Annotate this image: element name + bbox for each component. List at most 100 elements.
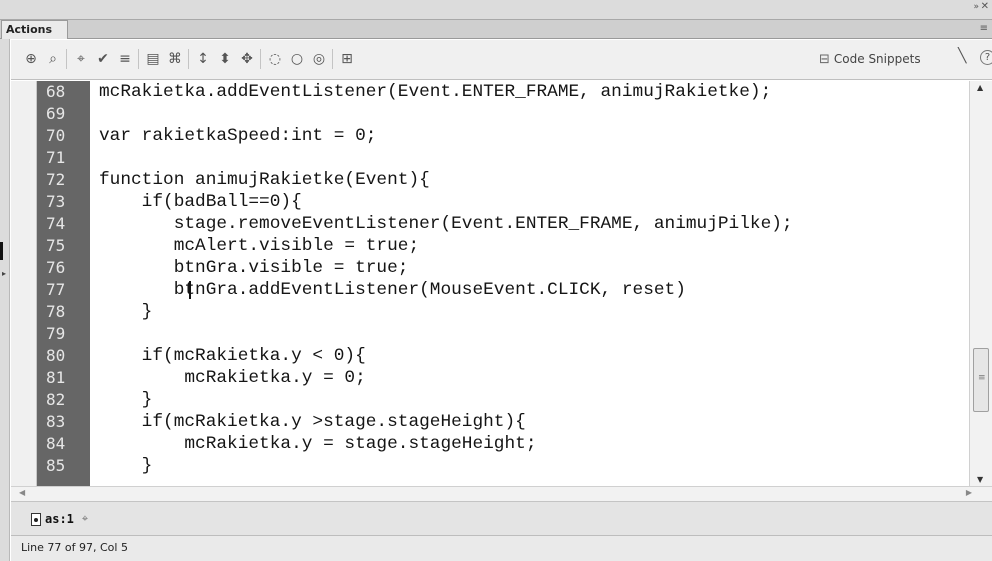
actions-panel-tab[interactable]: Actions [1,20,68,39]
code-line[interactable]: 79 [37,323,969,345]
line-number: 69 [46,104,66,123]
code-line[interactable]: 74 stage.removeEventListener(Event.ENTER… [37,213,969,235]
scroll-thumb[interactable]: ≡ [973,348,989,412]
debug-options-icon[interactable]: ⌘ [165,48,185,70]
help-icon[interactable]: ? [980,50,992,65]
panel-header: Actions ≡ [0,20,992,39]
code-line[interactable]: 83 if(mcRakietka.y >stage.stageHeight){ [37,411,969,433]
panel-titlebar: » ✕ [0,0,992,20]
line-code[interactable]: mcAlert.visible = true; [99,235,419,257]
apply-block-comment-icon[interactable]: ◌ [265,48,285,70]
code-line[interactable]: 85 } [37,455,969,477]
code-line[interactable]: 70 var rakietkaSpeed:int = 0; [37,125,969,147]
apply-line-comment-icon[interactable]: ○ [287,48,307,70]
panel-menu-icon[interactable]: ≡ [980,23,988,34]
line-code[interactable]: } [99,389,153,411]
line-code[interactable]: mcRakietka.addEventListener(Event.ENTER_… [99,81,771,103]
line-code[interactable]: if(mcRakietka.y >stage.stageHeight){ [99,411,526,433]
magic-wand-icon[interactable]: ╲ [958,48,966,64]
remove-comment-icon[interactable]: ◎ [309,48,329,70]
line-code[interactable]: mcRakietka.y = stage.stageHeight; [99,433,536,455]
line-number: 79 [46,324,66,343]
code-line[interactable]: 69 [37,103,969,125]
check-syntax-icon[interactable]: ✔ [93,48,113,70]
code-snippets-label: Code Snippets [833,52,921,66]
line-code[interactable]: if(badBall==0){ [99,191,302,213]
scroll-down-icon[interactable]: ▼ [977,475,983,484]
add-statement-icon[interactable]: ⊕ [21,48,41,70]
line-code[interactable]: if(mcRakietka.y < 0){ [99,345,366,367]
line-code[interactable]: } [99,301,153,323]
line-number: 76 [46,258,66,277]
code-line[interactable]: 77 btnGra.addEventListener(MouseEvent.CL… [37,279,969,301]
line-number: 83 [46,412,66,431]
code-line[interactable]: 84 mcRakietka.y = stage.stageHeight; [37,433,969,455]
scroll-right-icon[interactable]: ▶ [966,488,972,497]
line-number: 75 [46,236,66,255]
editor-left-margin [11,81,37,486]
show-code-hint-icon[interactable]: ▤ [143,48,163,70]
line-number: 71 [46,148,66,167]
pin-script-icon[interactable]: ⌖ [82,512,88,526]
code-line[interactable]: 71 [37,147,969,169]
script-tab-bar: as:1 ⌖ [11,502,992,536]
grip-icon: ≡ [978,373,986,383]
scroll-left-icon[interactable]: ◀ [19,488,25,497]
line-number: 72 [46,170,66,189]
code-snippets-button[interactable]: ⊟ Code Snippets [819,48,949,70]
code-line[interactable]: 72 function animujRakietke(Event){ [37,169,969,191]
line-code[interactable]: mcRakietka.y = 0; [99,367,365,389]
collapse-between-braces-icon[interactable]: ↕ [193,48,213,70]
toolbar-separator [332,49,333,69]
find-icon[interactable]: ⌕ [43,48,63,70]
code-line[interactable]: 68 mcRakietka.addEventListener(Event.ENTE… [37,81,969,103]
cursor-position-status: Line 77 of 97, Col 5 [21,541,128,554]
double-chevron-right-icon[interactable]: » [973,2,978,12]
line-number: 70 [46,126,66,145]
line-number: 78 [46,302,66,321]
script-file-icon [31,512,41,526]
script-tab[interactable]: as:1 ⌖ [31,509,88,529]
line-code[interactable]: btnGra.addEventListener(MouseEvent.CLICK… [99,279,686,301]
insert-target-path-icon[interactable]: ⌖ [71,48,91,70]
line-number: 81 [46,368,66,387]
show-hide-toolbox-icon[interactable]: ⊞ [337,48,357,70]
horizontal-scrollbar[interactable]: ◀ ▶ [11,486,992,502]
code-snippets-icon: ⊟ [819,51,830,67]
line-code[interactable]: stage.removeEventListener(Event.ENTER_FR… [99,213,793,235]
code-line[interactable]: 75 mcAlert.visible = true; [37,235,969,257]
line-code[interactable]: } [99,455,153,477]
dock-handle [0,242,3,260]
toolbar-separator [66,49,67,69]
code-line[interactable]: 82 } [37,389,969,411]
line-number: 85 [46,456,66,475]
vertical-scrollbar[interactable]: ▲ ≡ ▼ [969,81,992,486]
line-number: 80 [46,346,66,365]
line-number: 68 [46,82,66,101]
line-code[interactable]: var rakietkaSpeed:int = 0; [99,125,376,147]
panel-left-edge: ▸ [0,39,10,561]
script-tab-label: as:1 [45,512,74,526]
line-code[interactable]: btnGra.visible = true; [99,257,409,279]
auto-format-icon[interactable]: ≡ [115,48,135,70]
toolbar-separator [260,49,261,69]
code-line[interactable]: 78 } [37,301,969,323]
line-number: 82 [46,390,66,409]
expand-arrow-icon[interactable]: ▸ [2,269,6,278]
status-bar: Line 77 of 97, Col 5 [11,536,992,561]
line-number: 84 [46,434,66,453]
code-line[interactable]: 80 if(mcRakietka.y < 0){ [37,345,969,367]
expand-all-icon[interactable]: ✥ [237,48,257,70]
line-number: 74 [46,214,66,233]
code-line[interactable]: 76 btnGra.visible = true; [37,257,969,279]
close-icon[interactable]: ✕ [981,1,989,12]
scroll-up-icon[interactable]: ▲ [977,83,983,92]
line-number: 73 [46,192,66,211]
toolbar-separator [188,49,189,69]
collapse-selection-icon[interactable]: ⬍ [215,48,235,70]
code-line[interactable]: 81 mcRakietka.y = 0; [37,367,969,389]
code-editor[interactable]: 68 mcRakietka.addEventListener(Event.ENTE… [37,81,969,486]
line-code[interactable]: function animujRakietke(Event){ [99,169,430,191]
line-number: 77 [46,280,66,299]
code-line[interactable]: 73 if(badBall==0){ [37,191,969,213]
